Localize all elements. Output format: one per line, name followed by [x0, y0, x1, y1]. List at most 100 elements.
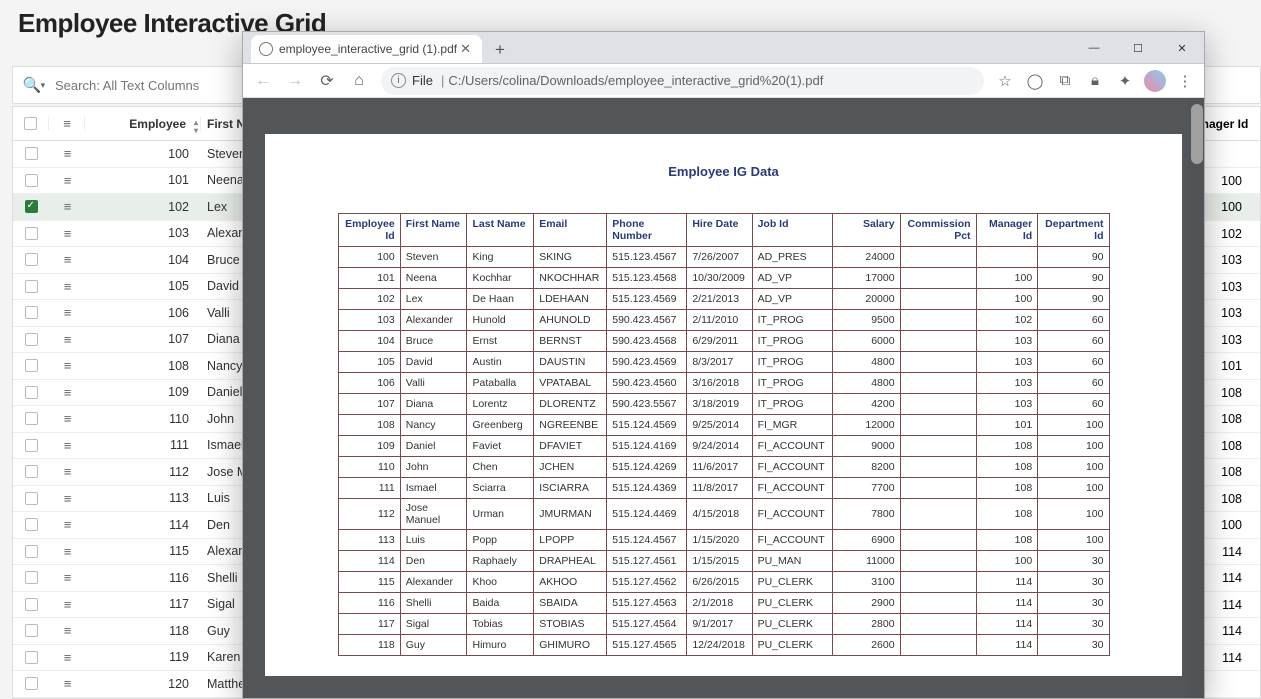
extensions-icon[interactable]: ✦: [1112, 68, 1138, 94]
row-menu-icon[interactable]: ≡: [49, 358, 85, 373]
ext-crop-icon[interactable]: ⧉: [1052, 68, 1078, 94]
pdf-cell: STOBIAS: [534, 614, 607, 635]
pdf-cell: 100: [1038, 499, 1109, 530]
info-icon[interactable]: i: [391, 73, 406, 88]
forward-button[interactable]: →: [281, 67, 309, 95]
pdf-cell: 103: [976, 394, 1038, 415]
scroll-thumb[interactable]: [1191, 104, 1203, 164]
maximize-button[interactable]: ☐: [1116, 33, 1160, 63]
pdf-cell: [900, 614, 976, 635]
row-checkbox[interactable]: [13, 359, 49, 372]
row-menu-icon[interactable]: ≡: [49, 385, 85, 400]
row-menu-icon[interactable]: ≡: [49, 570, 85, 585]
row-menu-icon[interactable]: ≡: [49, 279, 85, 294]
profile-avatar[interactable]: [1142, 68, 1168, 94]
pdf-cell: Daniel: [400, 436, 467, 457]
pdf-cell: 2/21/2013: [687, 289, 752, 310]
pdf-table-row: 111IsmaelSciarraISCIARRA515.124.436911/8…: [338, 478, 1109, 499]
row-menu-icon[interactable]: ≡: [49, 146, 85, 161]
pdf-cell: 515.127.4561: [607, 551, 687, 572]
url-separator: |: [441, 73, 444, 88]
pdf-cell: 590.423.5567: [607, 394, 687, 415]
row-checkbox[interactable]: [13, 439, 49, 452]
row-menu-icon[interactable]: ≡: [49, 517, 85, 532]
pdf-cell: SBAIDA: [534, 593, 607, 614]
reload-button[interactable]: ⟳: [313, 67, 341, 95]
row-checkbox[interactable]: [13, 280, 49, 293]
new-tab-button[interactable]: +: [487, 37, 513, 63]
row-checkbox[interactable]: [13, 386, 49, 399]
row-checkbox[interactable]: [13, 227, 49, 240]
pdf-cell: [976, 247, 1038, 268]
row-checkbox[interactable]: [13, 147, 49, 160]
pdf-cell: FI_ACCOUNT: [752, 499, 832, 530]
row-menu-icon[interactable]: ≡: [49, 199, 85, 214]
row-menu-icon[interactable]: ≡: [49, 438, 85, 453]
pdf-cell: 106: [338, 373, 400, 394]
pdf-cell: 111: [338, 478, 400, 499]
address-field[interactable]: i File | C:/Users/colina/Downloads/emplo…: [381, 67, 984, 95]
cell-employee-id: 107: [85, 332, 201, 346]
row-checkbox[interactable]: [13, 333, 49, 346]
pdf-viewport[interactable]: Employee IG Data Employee IdFirst NameLa…: [243, 98, 1204, 698]
row-menu-icon[interactable]: ≡: [49, 676, 85, 691]
row-checkbox[interactable]: [13, 200, 49, 213]
row-menu-icon[interactable]: ≡: [49, 305, 85, 320]
row-menu-icon[interactable]: ≡: [49, 650, 85, 665]
home-button[interactable]: ⌂: [345, 67, 373, 95]
pdf-table-row: 118GuyHimuroGHIMURO515.127.456512/24/201…: [338, 635, 1109, 656]
row-menu-icon[interactable]: ≡: [49, 544, 85, 559]
row-checkbox[interactable]: [13, 412, 49, 425]
tab-close-icon[interactable]: ✕: [457, 41, 474, 57]
pdf-cell: 8/3/2017: [687, 352, 752, 373]
row-checkbox[interactable]: [13, 174, 49, 187]
pdf-cell: NGREENBE: [534, 415, 607, 436]
row-menu-icon[interactable]: ≡: [49, 623, 85, 638]
pdf-cell: 114: [976, 572, 1038, 593]
col-header-employee[interactable]: Employee▴▾: [85, 117, 201, 131]
row-menu-icon[interactable]: ≡: [49, 491, 85, 506]
row-checkbox[interactable]: [13, 545, 49, 558]
pdf-cell: Khoo: [467, 572, 534, 593]
ext-circle-icon[interactable]: ◯: [1022, 68, 1048, 94]
pdf-cell: 104: [338, 331, 400, 352]
row-menu-icon[interactable]: ≡: [49, 597, 85, 612]
chevron-down-icon: ▾: [41, 80, 46, 91]
ext-lock-icon[interactable]: 🔒︎: [1082, 68, 1108, 94]
row-checkbox[interactable]: [13, 492, 49, 505]
pdf-cell: FI_ACCOUNT: [752, 478, 832, 499]
pdf-cell: 515.124.4569: [607, 415, 687, 436]
search-icon[interactable]: 🔍▾: [19, 76, 49, 94]
row-menu-icon[interactable]: ≡: [49, 411, 85, 426]
row-checkbox[interactable]: [13, 306, 49, 319]
pdf-cell: IT_PROG: [752, 352, 832, 373]
minimize-button[interactable]: —: [1072, 33, 1116, 63]
browser-tab[interactable]: employee_interactive_grid (1).pdf ✕: [251, 35, 482, 63]
row-checkbox[interactable]: [13, 518, 49, 531]
select-all-checkbox[interactable]: [13, 117, 49, 130]
row-menu-icon[interactable]: ≡: [49, 226, 85, 241]
close-button[interactable]: ✕: [1160, 33, 1204, 63]
row-checkbox[interactable]: [13, 624, 49, 637]
row-menu-icon[interactable]: ≡: [49, 173, 85, 188]
pdf-cell: Tobias: [467, 614, 534, 635]
row-checkbox[interactable]: [13, 677, 49, 690]
pdf-cell: LPOPP: [534, 530, 607, 551]
back-button[interactable]: ←: [249, 67, 277, 95]
pdf-cell: 108: [976, 457, 1038, 478]
grid-actions-icon[interactable]: ≡: [49, 116, 85, 131]
row-menu-icon[interactable]: ≡: [49, 464, 85, 479]
row-menu-icon[interactable]: ≡: [49, 252, 85, 267]
sort-arrows-icon[interactable]: ▴▾: [194, 119, 198, 135]
menu-icon[interactable]: ⋮: [1172, 68, 1198, 94]
row-checkbox[interactable]: [13, 253, 49, 266]
row-menu-icon[interactable]: ≡: [49, 332, 85, 347]
row-checkbox[interactable]: [13, 465, 49, 478]
row-checkbox[interactable]: [13, 598, 49, 611]
pdf-cell: Greenberg: [467, 415, 534, 436]
star-icon[interactable]: ☆: [992, 68, 1018, 94]
pdf-cell: 60: [1038, 331, 1109, 352]
row-checkbox[interactable]: [13, 651, 49, 664]
row-checkbox[interactable]: [13, 571, 49, 584]
scrollbar[interactable]: [1189, 98, 1204, 698]
